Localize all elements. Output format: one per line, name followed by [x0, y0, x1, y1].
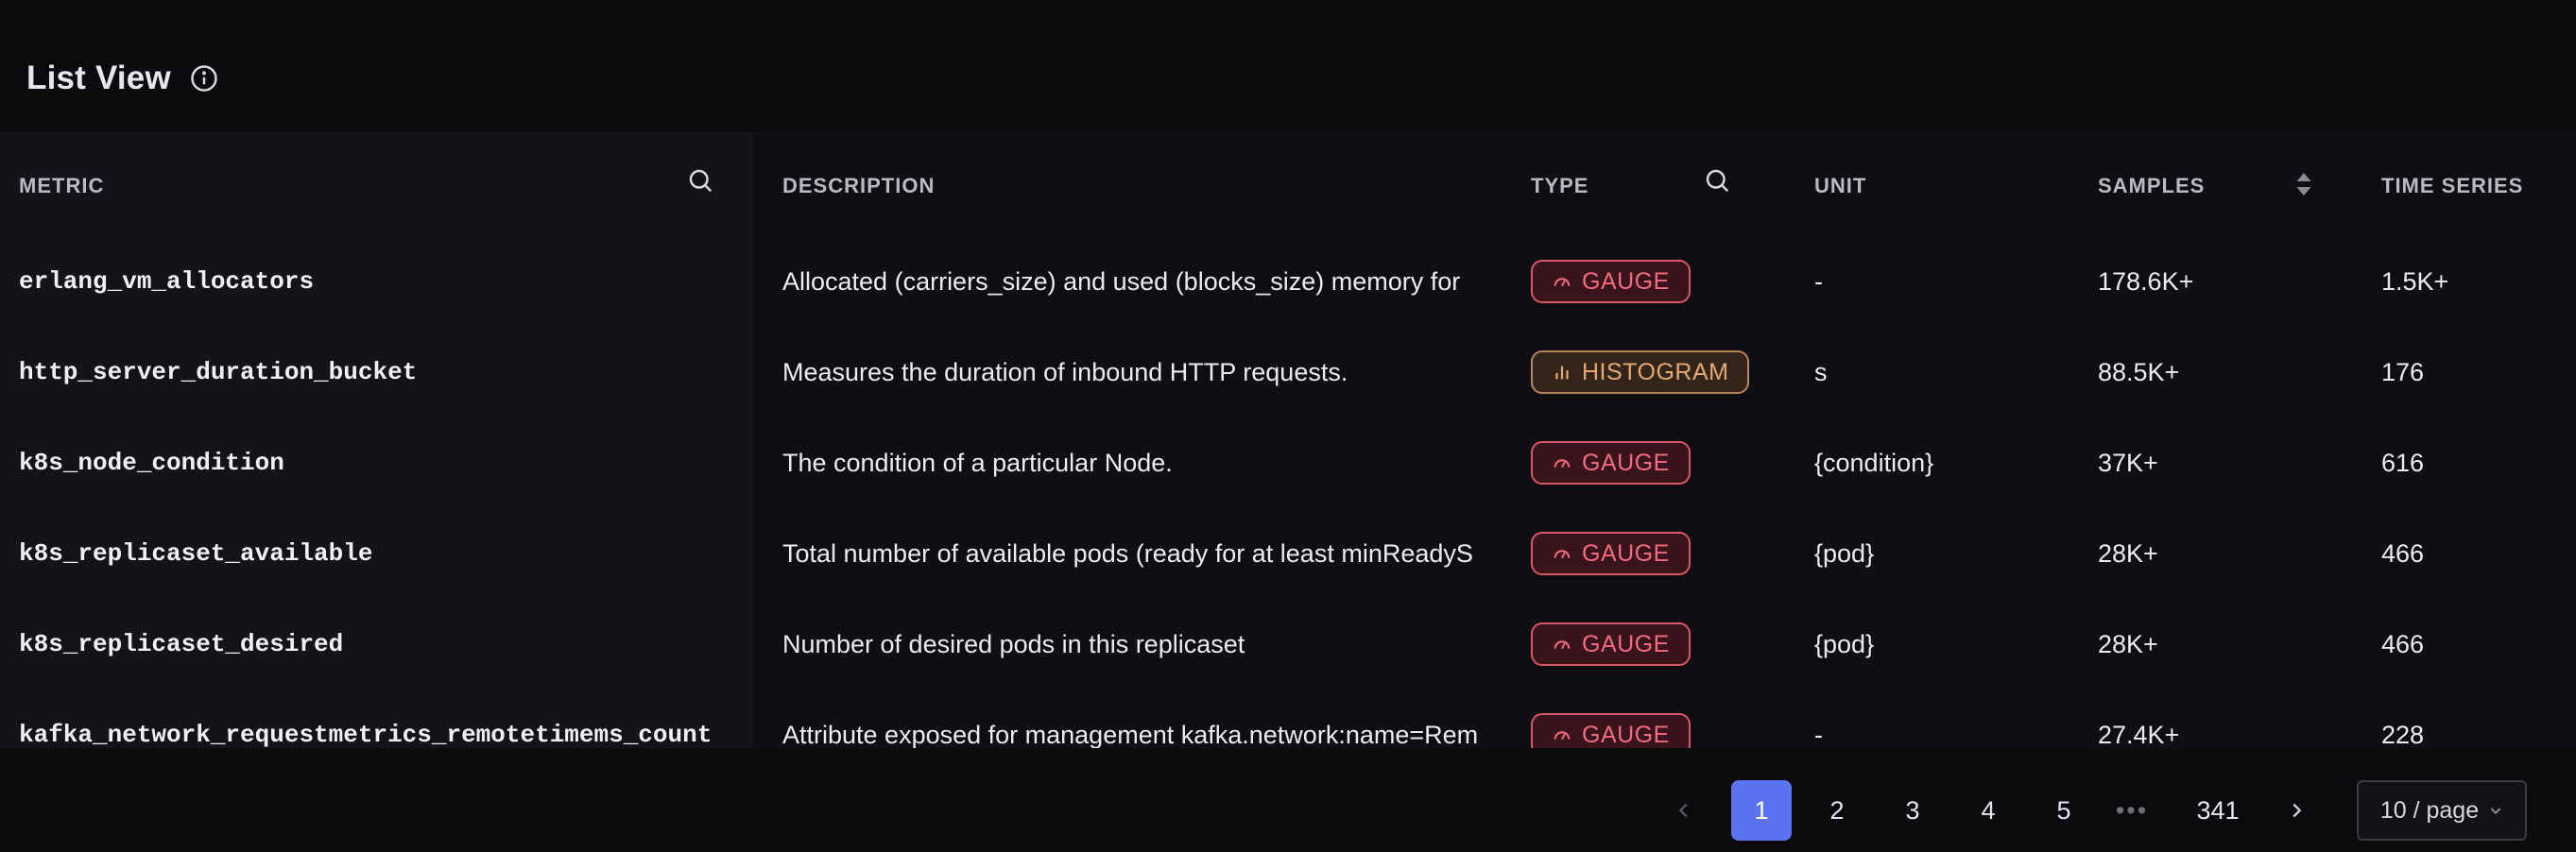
metric-type: GAUGE [1531, 417, 1777, 508]
metric-time-series: 228 [2381, 720, 2425, 749]
metric-name[interactable]: http_server_duration_bucket [19, 327, 737, 417]
page-button-2[interactable]: 2 [1807, 780, 1867, 841]
table-row[interactable]: k8s_replicaset_desired Number of desired… [0, 599, 2576, 690]
metric-unit: {pod} [1814, 538, 1875, 568]
metric-description: Total number of available pods (ready fo… [782, 538, 1473, 568]
metric-unit: s [1814, 357, 1828, 386]
metric-type: HISTOGRAM [1531, 327, 1777, 417]
next-page-button[interactable] [2266, 780, 2327, 841]
gauge-icon [1552, 634, 1572, 655]
metric-unit: {pod} [1814, 629, 1875, 658]
page-button-last[interactable]: 341 [2188, 780, 2248, 841]
column-header-time-series[interactable]: TIME SERIES [2381, 172, 2523, 200]
metric-description: The condition of a particular Node. [782, 448, 1173, 477]
chevron-left-icon [1678, 803, 1688, 818]
type-badge: GAUGE [1531, 532, 1691, 575]
type-badge: GAUGE [1531, 713, 1691, 748]
metric-time-series: 176 [2381, 357, 2425, 386]
metric-time-series: 1.5K+ [2381, 266, 2449, 296]
metric-unit: {condition} [1814, 448, 1934, 477]
page-button-3[interactable]: 3 [1882, 780, 1943, 841]
table-body: erlang_vm_allocators Allocated (carriers… [0, 236, 2576, 748]
metric-time-series: 466 [2381, 538, 2425, 568]
metric-type: GAUGE [1531, 690, 1777, 748]
metric-samples: 88.5K+ [2098, 357, 2180, 386]
page-button-5[interactable]: 5 [2034, 780, 2094, 841]
type-badge: GAUGE [1531, 622, 1691, 666]
table-row[interactable]: k8s_replicaset_available Total number of… [0, 508, 2576, 599]
chevron-down-icon [2490, 808, 2501, 815]
metric-unit: - [1814, 720, 1823, 749]
metric-samples: 178.6K+ [2098, 266, 2194, 296]
type-badge-label: GAUGE [1582, 630, 1670, 657]
type-badge-label: HISTOGRAM [1582, 358, 1729, 385]
sort-icon[interactable] [2295, 170, 2312, 198]
column-header-unit[interactable]: UNIT [1814, 172, 1866, 200]
column-header-type[interactable]: TYPE [1531, 172, 1589, 200]
metric-time-series: 466 [2381, 629, 2425, 658]
pagination: 12345 ••• 341 10 / page [0, 780, 2576, 841]
page-title: List View [26, 60, 171, 96]
metric-type: GAUGE [1531, 508, 1777, 599]
gauge-icon [1552, 452, 1572, 473]
type-search-icon[interactable] [1703, 166, 1731, 195]
gauge-icon [1552, 271, 1572, 292]
page-size-select[interactable]: 10 / page [2357, 780, 2527, 841]
type-badge-label: GAUGE [1582, 721, 1670, 748]
column-header-description[interactable]: DESCRIPTION [782, 172, 935, 200]
table-row[interactable]: http_server_duration_bucket Measures the… [0, 327, 2576, 417]
metric-description: Attribute exposed for management kafka.n… [782, 720, 1478, 749]
metric-samples: 28K+ [2098, 629, 2158, 658]
column-header-samples[interactable]: SAMPLES [2098, 172, 2205, 200]
page-size-value: 10 / page [2379, 796, 2480, 824]
column-header-metric[interactable]: METRIC [19, 172, 104, 200]
type-badge: GAUGE [1531, 441, 1691, 485]
prev-page-button[interactable] [1654, 780, 1714, 841]
metric-samples: 27.4K+ [2098, 720, 2180, 749]
metric-unit: - [1814, 266, 1823, 296]
metric-type: GAUGE [1531, 599, 1777, 690]
chevron-right-icon [2293, 803, 2302, 818]
pagination-ellipsis[interactable]: ••• [2102, 780, 2162, 841]
table-row[interactable]: erlang_vm_allocators Allocated (carriers… [0, 236, 2576, 327]
table-header: METRIC DESCRIPTION TYPE UNIT SAMPLES TIM… [0, 132, 2576, 236]
page-button-1[interactable]: 1 [1731, 780, 1792, 841]
type-badge-label: GAUGE [1582, 539, 1670, 567]
metric-name[interactable]: k8s_replicaset_desired [19, 599, 737, 690]
type-badge-label: GAUGE [1582, 449, 1670, 476]
type-badge: GAUGE [1531, 260, 1691, 303]
table-row[interactable]: kafka_network_requestmetrics_remotetimem… [0, 690, 2576, 748]
info-icon[interactable] [190, 64, 218, 93]
type-badge: HISTOGRAM [1531, 350, 1750, 394]
metric-name[interactable]: k8s_replicaset_available [19, 508, 737, 599]
metric-description: Number of desired pods in this replicase… [782, 629, 1245, 658]
gauge-icon [1552, 543, 1572, 564]
metrics-list-page: List View METRIC DESCRIPTION TYPE UNIT S… [0, 0, 2576, 852]
metric-name[interactable]: erlang_vm_allocators [19, 236, 737, 327]
metric-description: Allocated (carriers_size) and used (bloc… [782, 266, 1461, 296]
gauge-icon [1552, 724, 1572, 745]
metric-samples: 28K+ [2098, 538, 2158, 568]
metric-name[interactable]: k8s_node_condition [19, 417, 737, 508]
metric-samples: 37K+ [2098, 448, 2158, 477]
page-header: List View [26, 55, 218, 102]
metric-name[interactable]: kafka_network_requestmetrics_remotetimem… [19, 690, 737, 748]
metric-description: Measures the duration of inbound HTTP re… [782, 357, 1348, 386]
type-badge-label: GAUGE [1582, 267, 1670, 295]
histogram-icon [1552, 362, 1572, 383]
metrics-table: METRIC DESCRIPTION TYPE UNIT SAMPLES TIM… [0, 132, 2576, 748]
metric-search-icon[interactable] [686, 166, 714, 195]
page-button-4[interactable]: 4 [1958, 780, 2018, 841]
metric-time-series: 616 [2381, 448, 2425, 477]
table-row[interactable]: k8s_node_condition The condition of a pa… [0, 417, 2576, 508]
metric-type: GAUGE [1531, 236, 1777, 327]
